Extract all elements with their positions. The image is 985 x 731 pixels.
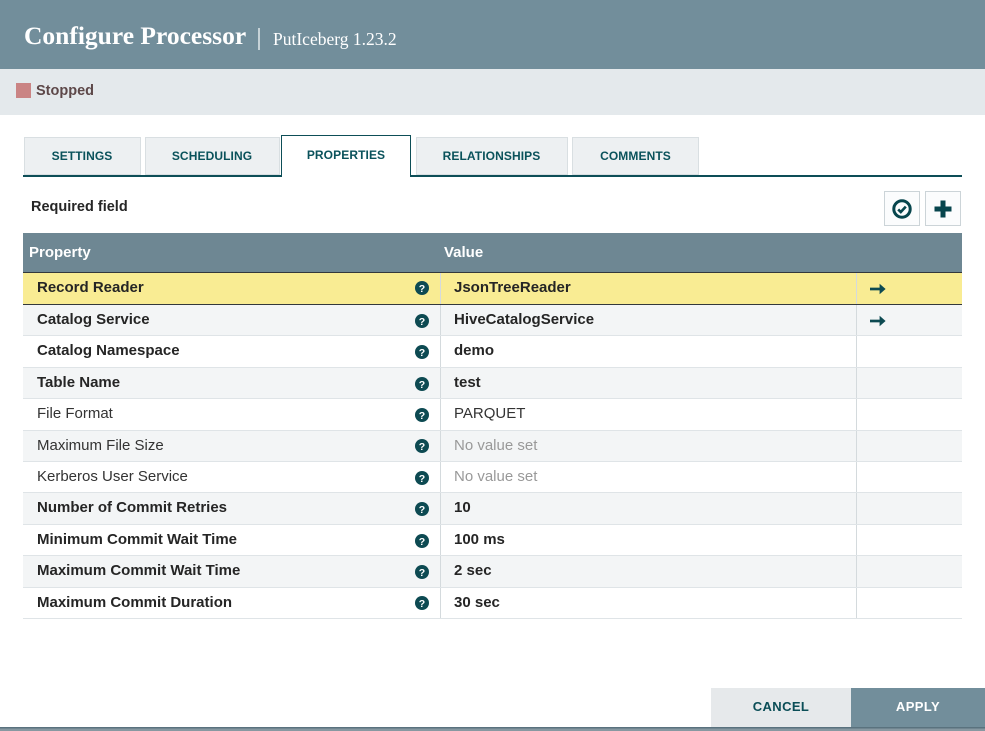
svg-text:?: ? xyxy=(419,283,425,295)
svg-text:?: ? xyxy=(419,535,425,547)
svg-text:?: ? xyxy=(419,347,425,359)
svg-text:?: ? xyxy=(419,410,425,422)
svg-text:?: ? xyxy=(419,567,425,579)
svg-text:?: ? xyxy=(419,473,425,485)
svg-text:?: ? xyxy=(419,504,425,516)
svg-text:?: ? xyxy=(419,316,425,328)
svg-text:?: ? xyxy=(419,598,425,610)
svg-text:?: ? xyxy=(419,378,425,390)
svg-text:?: ? xyxy=(419,441,425,453)
